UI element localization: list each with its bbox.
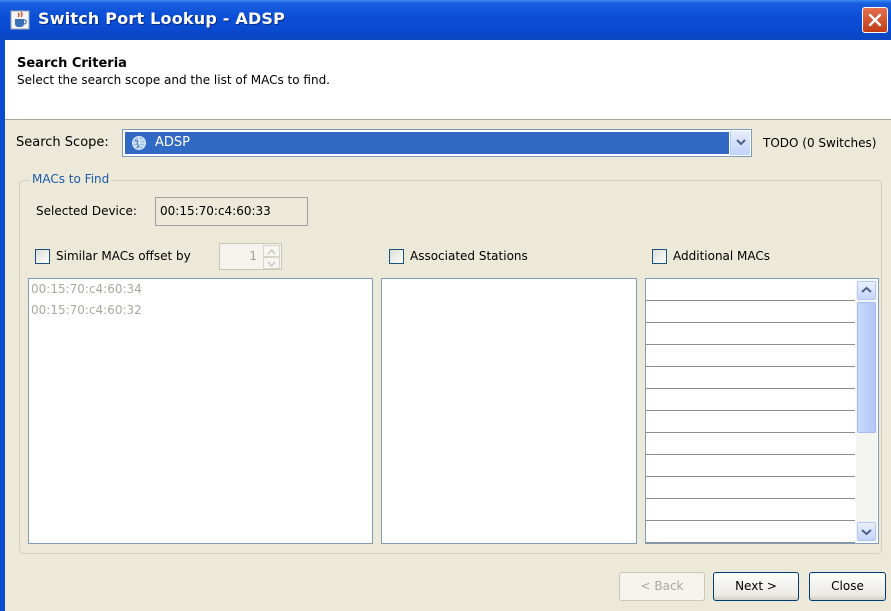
offset-spinner[interactable]: 1 (219, 243, 282, 270)
table-row[interactable] (646, 323, 855, 345)
selected-device-field: 00:15:70:c4:60:33 (155, 197, 308, 226)
similar-macs-label: Similar MACs offset by (56, 249, 191, 263)
globe-icon (132, 136, 146, 150)
switch-count-label: TODO (0 Switches) (763, 136, 877, 150)
search-scope-value: ADSP (155, 135, 190, 150)
associated-stations-label: Associated Stations (410, 249, 528, 263)
table-row[interactable] (646, 345, 855, 367)
offset-value: 1 (249, 249, 257, 263)
list-item[interactable]: 00:15:70:c4:60:34 (29, 279, 372, 300)
close-button[interactable]: Close (809, 572, 886, 601)
next-button[interactable]: Next > (713, 572, 799, 601)
title-bar: Switch Port Lookup - ADSP (0, 0, 891, 40)
macs-to-find-legend: MACs to Find (30, 172, 112, 186)
dropdown-arrow-button[interactable] (730, 131, 750, 155)
table-row[interactable] (646, 411, 855, 433)
spinner-up-button[interactable] (263, 245, 280, 257)
search-scope-label: Search Scope: (16, 135, 109, 150)
table-row[interactable] (646, 499, 855, 521)
search-scope-dropdown[interactable]: ADSP (122, 129, 752, 157)
back-button[interactable]: < Back (619, 572, 705, 601)
associated-stations-checkbox[interactable] (389, 249, 404, 264)
scroll-down-button[interactable] (857, 522, 876, 541)
associated-stations-list[interactable] (381, 278, 637, 544)
chevron-down-icon (736, 139, 746, 146)
table-row[interactable] (646, 279, 855, 301)
window-title: Switch Port Lookup - ADSP (38, 9, 286, 28)
table-row[interactable] (646, 521, 855, 543)
spinner-down-button[interactable] (263, 257, 280, 269)
java-cup-icon (10, 10, 30, 30)
wizard-header: Search Criteria Select the search scope … (5, 40, 891, 120)
list-item[interactable]: 00:15:70:c4:60:32 (29, 300, 372, 321)
selected-device-label: Selected Device: (36, 204, 137, 218)
chevron-down-icon (861, 529, 872, 536)
additional-macs-table[interactable] (645, 278, 879, 544)
close-icon (868, 13, 882, 27)
header-title: Search Criteria (17, 56, 127, 71)
table-row[interactable] (646, 477, 855, 499)
scrollbar-thumb[interactable] (857, 302, 876, 433)
similar-macs-checkbox[interactable] (35, 249, 50, 264)
table-row[interactable] (646, 367, 855, 389)
chevron-up-icon (861, 286, 872, 293)
vertical-scrollbar[interactable] (856, 280, 877, 542)
close-window-button[interactable] (862, 7, 888, 33)
table-row[interactable] (646, 389, 855, 411)
additional-macs-checkbox[interactable] (652, 249, 667, 264)
header-subtitle: Select the search scope and the list of … (17, 73, 330, 87)
similar-macs-list[interactable]: 00:15:70:c4:60:34 00:15:70:c4:60:32 (28, 278, 373, 544)
spinner-down-icon (267, 261, 276, 267)
window-frame (0, 40, 5, 611)
table-row[interactable] (646, 301, 855, 323)
spinner-up-icon (267, 249, 276, 255)
search-scope-selected: ADSP (125, 132, 729, 154)
scroll-up-button[interactable] (857, 281, 876, 300)
table-row[interactable] (646, 455, 855, 477)
additional-macs-label: Additional MACs (673, 249, 771, 263)
table-row[interactable] (646, 433, 855, 455)
